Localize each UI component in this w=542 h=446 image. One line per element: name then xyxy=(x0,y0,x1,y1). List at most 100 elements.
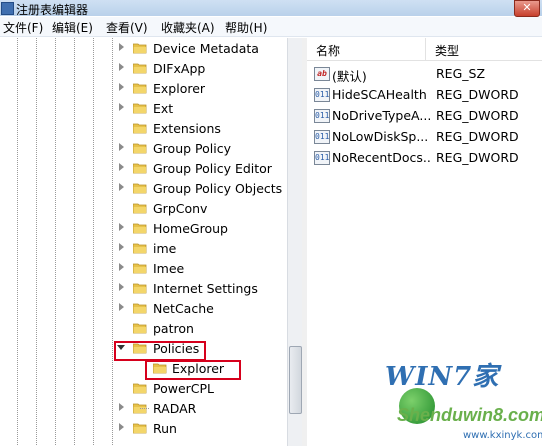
tree-item-label: DIFxApp xyxy=(153,61,206,76)
tree-item-label: Extensions xyxy=(153,121,221,136)
value-name: HideSCAHealth xyxy=(332,87,427,102)
tree-item[interactable]: DIFxApp xyxy=(0,58,287,78)
tree-branch-line xyxy=(140,408,150,409)
folder-icon xyxy=(133,202,147,214)
folder-icon xyxy=(133,102,147,114)
column-header-name[interactable]: 名称 xyxy=(307,38,426,61)
menu-help[interactable]: 帮助(H) xyxy=(225,19,267,36)
folder-icon xyxy=(133,42,147,54)
collapsed-arrow-icon[interactable] xyxy=(119,243,124,251)
tree-item-label: GrpConv xyxy=(153,201,208,216)
collapsed-arrow-icon[interactable] xyxy=(119,263,124,271)
tree-item[interactable]: Explorer xyxy=(0,78,287,98)
tree-item-label: ime xyxy=(153,241,177,256)
tree-item-label: Internet Settings xyxy=(153,281,258,296)
string-value-icon: ab xyxy=(314,67,330,81)
tree-item[interactable]: patron xyxy=(0,318,287,338)
tree-item[interactable]: Group Policy Objects xyxy=(0,178,287,198)
title-bar[interactable]: 注册表编辑器 ✕ xyxy=(0,0,542,17)
value-name: NoRecentDocs... xyxy=(332,150,432,165)
folder-icon xyxy=(133,422,147,434)
highlight-box-explorer xyxy=(145,360,241,380)
dword-value-icon: 011 xyxy=(314,151,330,165)
tree-item[interactable]: Explorer xyxy=(0,358,287,378)
tree-item-label: Group Policy Editor xyxy=(153,161,272,176)
tree-item-label: Group Policy xyxy=(153,141,231,156)
folder-icon xyxy=(133,322,147,334)
folder-icon xyxy=(133,282,147,294)
value-type: REG_DWORD xyxy=(436,87,519,102)
value-name: NoDriveTypeA... xyxy=(332,108,432,123)
tree-item-label: Explorer xyxy=(153,81,206,96)
close-button[interactable]: ✕ xyxy=(514,0,540,17)
tree-item[interactable]: Group Policy xyxy=(0,138,287,158)
column-header-name-label: 名称 xyxy=(316,44,341,58)
collapsed-arrow-icon[interactable] xyxy=(119,183,124,191)
collapsed-arrow-icon[interactable] xyxy=(119,43,124,51)
column-header-type[interactable]: 类型 xyxy=(426,38,542,61)
menu-view[interactable]: 查看(V) xyxy=(106,19,148,36)
collapsed-arrow-icon[interactable] xyxy=(119,143,124,151)
registry-tree[interactable]: Device Metadata DIFxApp Explorer Ext Extensi… xyxy=(0,38,287,446)
menu-favorites[interactable]: 收藏夹(A) xyxy=(161,19,215,36)
tree-item[interactable]: Internet Settings xyxy=(0,278,287,298)
collapsed-arrow-icon[interactable] xyxy=(119,83,124,91)
collapsed-arrow-icon[interactable] xyxy=(119,223,124,231)
tree-item[interactable]: GrpConv xyxy=(0,198,287,218)
menu-edit[interactable]: 编辑(E) xyxy=(52,19,93,36)
tree-item[interactable]: ime xyxy=(0,238,287,258)
window-title: 注册表编辑器 xyxy=(16,3,89,17)
value-row[interactable]: 011 NoDriveTypeA... REG_DWORD xyxy=(307,105,542,126)
folder-icon xyxy=(133,382,147,394)
tree-item-label: HomeGroup xyxy=(153,221,228,236)
tree-item[interactable]: PowerCPL xyxy=(0,378,287,398)
collapsed-arrow-icon[interactable] xyxy=(119,63,124,71)
value-row[interactable]: 011 NoRecentDocs... REG_DWORD xyxy=(307,147,542,168)
tree-item-label: Run xyxy=(153,421,177,436)
tree-item-label: RADAR xyxy=(153,401,197,416)
folder-icon xyxy=(133,142,147,154)
collapsed-arrow-icon[interactable] xyxy=(119,423,124,431)
tree-item-label: Imee xyxy=(153,261,185,276)
collapsed-arrow-icon[interactable] xyxy=(119,283,124,291)
folder-icon xyxy=(133,122,147,134)
value-row[interactable]: 011 NoLowDiskSp... REG_DWORD xyxy=(307,126,542,147)
value-row[interactable]: ab (默认) REG_SZ xyxy=(307,63,542,84)
folder-icon xyxy=(133,82,147,94)
tree-item-label: Device Metadata xyxy=(153,41,259,56)
dword-value-icon: 011 xyxy=(314,88,330,102)
folder-icon xyxy=(133,162,147,174)
watermark-site: Shenduwin8.com xyxy=(397,405,542,425)
tree-item[interactable]: Imee xyxy=(0,258,287,278)
collapsed-arrow-icon[interactable] xyxy=(119,303,124,311)
tree-item[interactable]: Ext xyxy=(0,98,287,118)
folder-icon xyxy=(133,182,147,194)
tree-item[interactable]: Run xyxy=(0,418,287,438)
column-header-type-label: 类型 xyxy=(435,44,460,58)
value-type: REG_DWORD xyxy=(436,129,519,144)
folder-icon xyxy=(133,242,147,254)
scrollbar-thumb[interactable] xyxy=(289,346,302,414)
tree-item[interactable]: NetCache xyxy=(0,298,287,318)
watermark: WIN7家 Shenduwin8.com www.kxinyk.com xyxy=(355,350,542,446)
tree-item-label: PowerCPL xyxy=(153,381,215,396)
dword-value-icon: 011 xyxy=(314,130,330,144)
tree-item[interactable]: Device Metadata xyxy=(0,38,287,58)
folder-icon xyxy=(133,62,147,74)
tree-item[interactable]: Group Policy Editor xyxy=(0,158,287,178)
folder-icon xyxy=(133,222,147,234)
tree-item[interactable]: Extensions xyxy=(0,118,287,138)
collapsed-arrow-icon[interactable] xyxy=(119,403,124,411)
menu-file[interactable]: 文件(F) xyxy=(3,19,43,36)
value-type: REG_SZ xyxy=(436,66,486,81)
value-type: REG_DWORD xyxy=(436,108,519,123)
tree-item[interactable]: HomeGroup xyxy=(0,218,287,238)
watermark-brand: WIN7家 xyxy=(385,362,500,392)
collapsed-arrow-icon[interactable] xyxy=(119,103,124,111)
tree-scrollbar[interactable] xyxy=(287,38,303,446)
collapsed-arrow-icon[interactable] xyxy=(119,163,124,171)
tree-item-label: Group Policy Objects xyxy=(153,181,283,196)
value-row[interactable]: 011 HideSCAHealth REG_DWORD xyxy=(307,84,542,105)
tree-item-label: NetCache xyxy=(153,301,214,316)
value-name: NoLowDiskSp... xyxy=(332,129,429,144)
